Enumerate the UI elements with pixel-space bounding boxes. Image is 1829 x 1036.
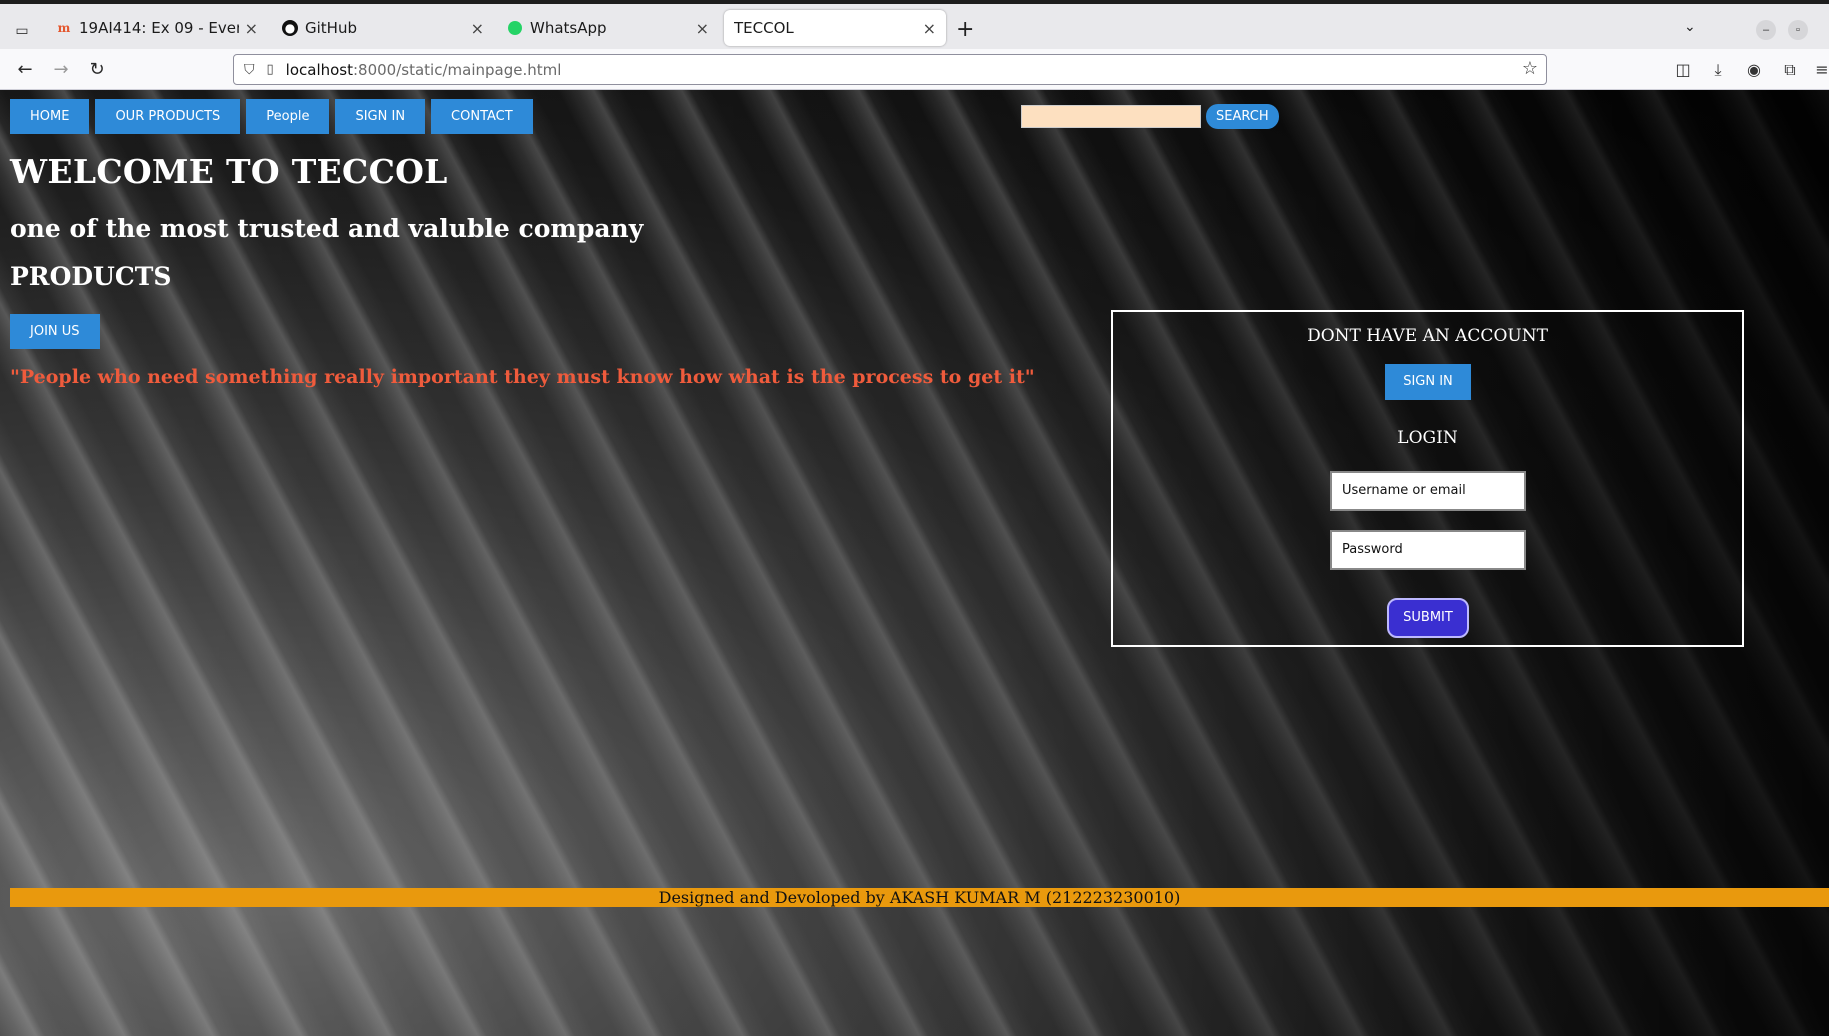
search-bar: SEARCH — [1021, 104, 1279, 129]
browser-tab-strip: ▭ m 19AI414: Ex 09 - Event Re × ● GitHub… — [0, 0, 1829, 49]
new-tab-button[interactable]: + — [956, 17, 974, 42]
submit-button[interactable]: SUBMIT — [1387, 598, 1469, 638]
url-path: :8000/static/mainpage.html — [353, 60, 562, 79]
close-icon[interactable]: × — [471, 19, 484, 38]
tab-github[interactable]: ● GitHub × — [272, 10, 494, 46]
github-icon: ● — [282, 20, 298, 36]
bookmark-star-icon[interactable]: ☆ — [1522, 58, 1538, 79]
url-bar[interactable]: ⛉ ▯ localhost:8000/static/mainpage.html … — [233, 54, 1547, 85]
nav-people[interactable]: People — [246, 99, 330, 134]
forward-icon[interactable]: → — [48, 57, 74, 83]
chevron-down-icon[interactable]: ⌄ — [1684, 18, 1696, 35]
join-us-button[interactable]: JOIN US — [10, 314, 100, 349]
url-host: localhost — [285, 60, 353, 79]
tab-title: TECCOL — [734, 19, 794, 37]
tab-title: WhatsApp — [530, 19, 607, 37]
site-nav: HOME OUR PRODUCTS People SIGN IN CONTACT — [10, 99, 533, 134]
tab-list-icon[interactable]: ▭ — [10, 18, 34, 42]
page-content: HOME OUR PRODUCTS People SIGN IN CONTACT… — [0, 90, 1829, 1036]
search-input[interactable] — [1021, 105, 1201, 128]
whatsapp-icon — [507, 20, 523, 36]
close-icon[interactable]: × — [245, 19, 258, 38]
page-subtitle: one of the most trusted and valuble comp… — [10, 214, 644, 243]
nav-our-products[interactable]: OUR PRODUCTS — [95, 99, 241, 134]
maximize-button[interactable]: ▫ — [1788, 20, 1808, 40]
auth-panel: DONT HAVE AN ACCOUNT SIGN IN LOGIN Usern… — [1111, 310, 1744, 647]
tab-title: 19AI414: Ex 09 - Event Re — [79, 19, 239, 37]
nav-sign-in[interactable]: SIGN IN — [335, 99, 426, 134]
back-icon[interactable]: ← — [12, 57, 38, 83]
download-icon[interactable]: ⤓ — [1706, 58, 1730, 82]
tab-moodle[interactable]: m 19AI414: Ex 09 - Event Re × — [46, 10, 268, 46]
nav-contact[interactable]: CONTACT — [431, 99, 533, 134]
tab-whatsapp[interactable]: WhatsApp × — [497, 10, 719, 46]
page-title: WELCOME TO TECCOL — [10, 152, 448, 191]
moodle-icon: m — [57, 21, 71, 35]
quote-text: "People who need something really import… — [10, 366, 1035, 388]
extensions-icon[interactable]: ⧉ — [1778, 58, 1802, 82]
minimize-button[interactable]: – — [1756, 20, 1776, 40]
username-field[interactable]: Username or email — [1330, 471, 1526, 511]
footer-credit: Designed and Devoloped by AKASH KUMAR M … — [10, 888, 1829, 907]
login-title: LOGIN — [1397, 428, 1458, 448]
close-icon[interactable]: × — [696, 19, 709, 38]
products-heading: PRODUCTS — [10, 262, 172, 291]
auth-sign-in-button[interactable]: SIGN IN — [1385, 364, 1471, 400]
password-field[interactable]: Password — [1330, 530, 1526, 570]
search-button[interactable]: SEARCH — [1206, 104, 1279, 129]
no-account-label: DONT HAVE AN ACCOUNT — [1307, 326, 1548, 346]
pocket-icon[interactable]: ◫ — [1671, 58, 1695, 82]
page-icon: ▯ — [266, 62, 274, 77]
close-icon[interactable]: × — [923, 19, 936, 38]
reload-icon[interactable]: ↻ — [84, 57, 110, 83]
shield-icon[interactable]: ⛉ — [244, 62, 255, 78]
browser-toolbar: ← → ↻ ⛉ ▯ localhost:8000/static/mainpage… — [0, 49, 1829, 90]
account-icon[interactable]: ◉ — [1742, 58, 1766, 82]
tab-teccol[interactable]: TECCOL × — [724, 10, 946, 46]
menu-icon[interactable]: ≡ — [1810, 58, 1829, 82]
tab-title: GitHub — [305, 19, 357, 37]
nav-home[interactable]: HOME — [10, 99, 90, 134]
